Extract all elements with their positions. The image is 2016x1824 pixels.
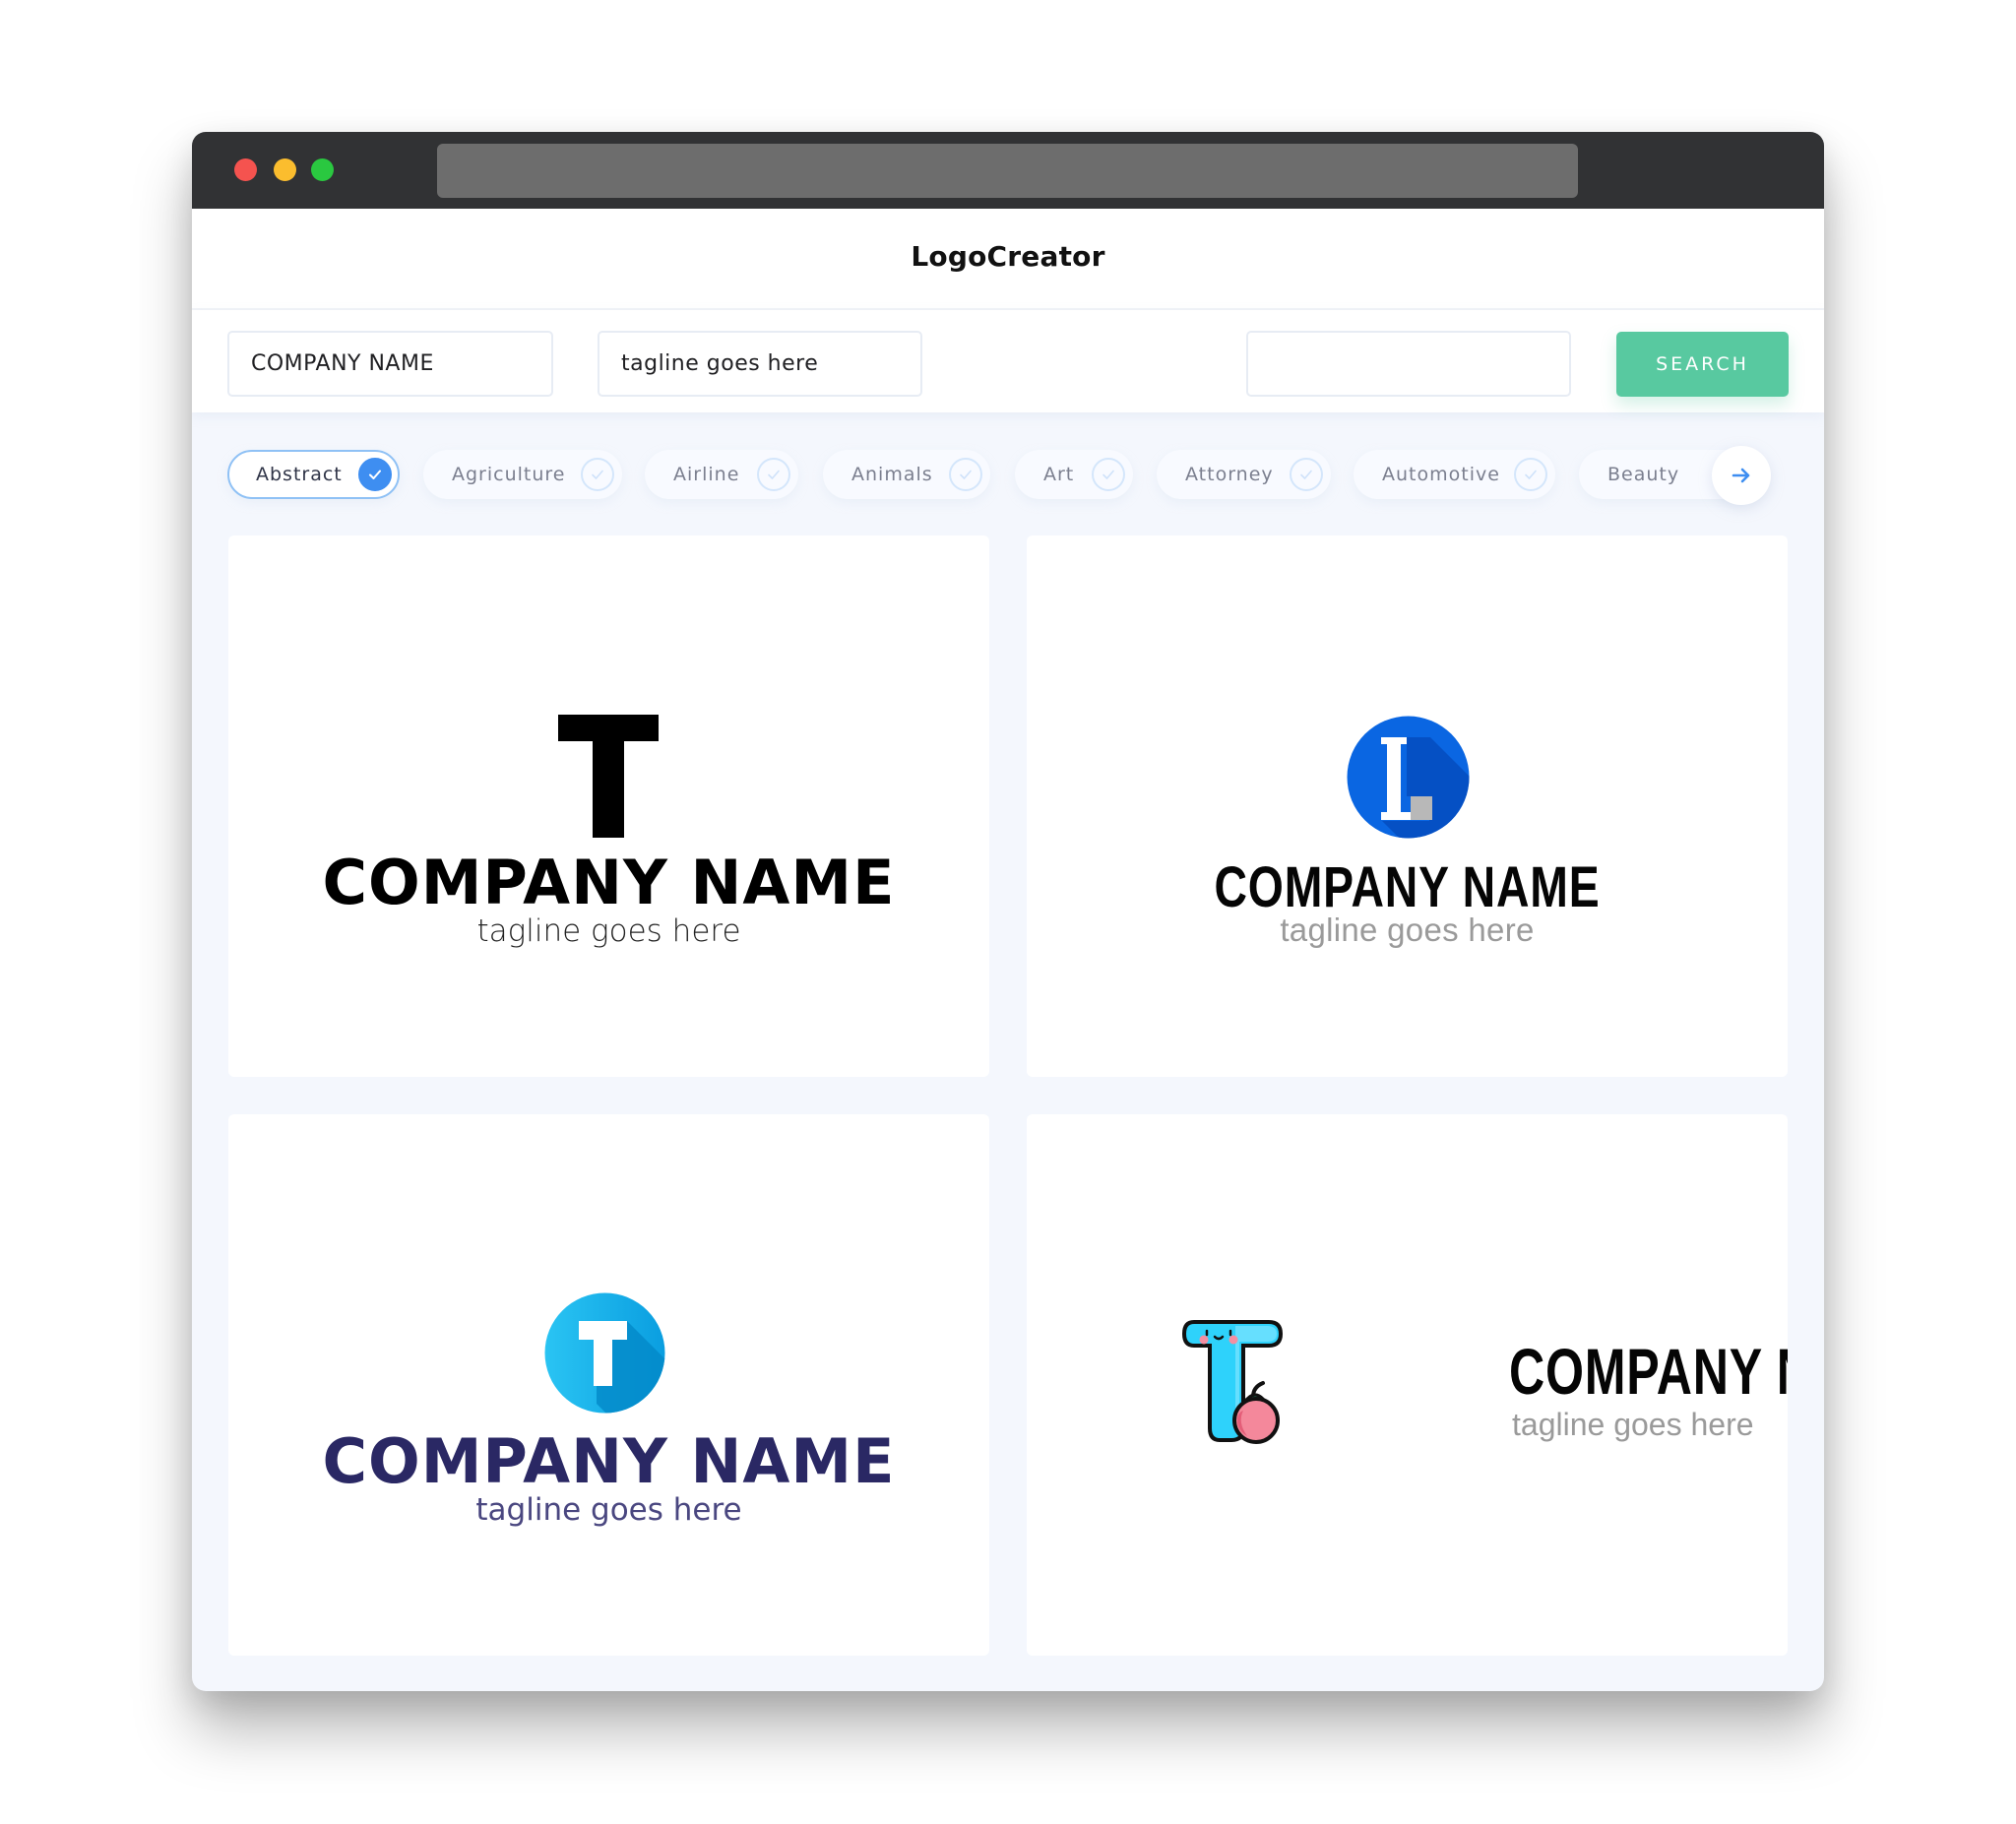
logo-card[interactable]: COMPANY NAME tagline goes here <box>1027 535 1788 1077</box>
close-window-button[interactable] <box>234 158 257 181</box>
logo-tagline: tagline goes here <box>476 913 741 949</box>
company-name-input[interactable] <box>227 331 553 397</box>
browser-window: LogoCreator SEARCH Abstract Agriculture … <box>192 132 1824 1691</box>
category-chip-label: Animals <box>851 464 933 485</box>
address-bar[interactable] <box>437 144 1578 198</box>
category-chip-abstract[interactable]: Abstract <box>227 450 400 499</box>
minimize-window-button[interactable] <box>274 158 296 181</box>
logo-company-name: COMPANY NAME <box>1509 1335 1788 1408</box>
category-chip-label: Airline <box>673 464 740 485</box>
letter-t-mark-icon <box>558 715 659 838</box>
category-filter-bar: Abstract Agriculture Airline Animals Art… <box>192 450 1824 499</box>
letter-t-circle-icon <box>544 1292 665 1414</box>
keyword-search-input[interactable] <box>1246 331 1571 397</box>
checkmark-icon <box>358 458 392 491</box>
checkmark-icon <box>581 458 614 491</box>
category-chip-label: Agriculture <box>452 464 566 485</box>
checkmark-icon <box>1514 458 1547 491</box>
logo-tagline: tagline goes here <box>1280 912 1535 948</box>
letter-l-circle-icon <box>1347 716 1470 839</box>
category-chip-automotive[interactable]: Automotive <box>1354 450 1555 499</box>
category-chip-attorney[interactable]: Attorney <box>1157 450 1331 499</box>
logo-company-name: COMPANY NAME <box>1214 855 1601 919</box>
logo-card[interactable]: COMPANY NAME tagline goes here <box>228 535 989 1077</box>
logo-card[interactable]: COMPANY NAME tagline goes here <box>1027 1114 1788 1656</box>
category-chip-airline[interactable]: Airline <box>645 450 798 499</box>
browser-titlebar <box>192 132 1824 209</box>
category-chip-agriculture[interactable]: Agriculture <box>423 450 622 499</box>
logo-company-name: COMPANY NAME <box>322 847 896 918</box>
arrow-right-icon <box>1732 468 1750 483</box>
app-header: LogoCreator <box>192 209 1824 310</box>
category-chip-label: Beauty <box>1607 464 1680 485</box>
checkmark-icon <box>1290 458 1323 491</box>
checkmark-icon <box>757 458 790 491</box>
brand-logo[interactable]: LogoCreator <box>192 240 1824 273</box>
category-chip-label: Attorney <box>1185 464 1274 485</box>
logo-company-name: COMPANY NAME <box>322 1425 896 1497</box>
cute-letter-t-apple-icon <box>1182 1320 1284 1444</box>
category-chip-art[interactable]: Art <box>1015 450 1133 499</box>
category-chip-label: Art <box>1043 464 1075 485</box>
categories-next-button[interactable] <box>1712 446 1771 505</box>
logo-card[interactable]: COMPANY NAME tagline goes here <box>228 1114 989 1656</box>
logo-tagline: tagline goes here <box>475 1492 742 1528</box>
checkmark-icon <box>949 458 982 491</box>
category-chip-animals[interactable]: Animals <box>823 450 990 499</box>
maximize-window-button[interactable] <box>311 158 334 181</box>
search-button[interactable]: SEARCH <box>1616 332 1789 397</box>
category-chip-label: Automotive <box>1382 464 1500 485</box>
category-chip-label: Abstract <box>256 464 343 485</box>
checkmark-icon <box>1092 458 1125 491</box>
logo-tagline: tagline goes here <box>1512 1407 1754 1442</box>
tagline-input[interactable] <box>598 331 922 397</box>
